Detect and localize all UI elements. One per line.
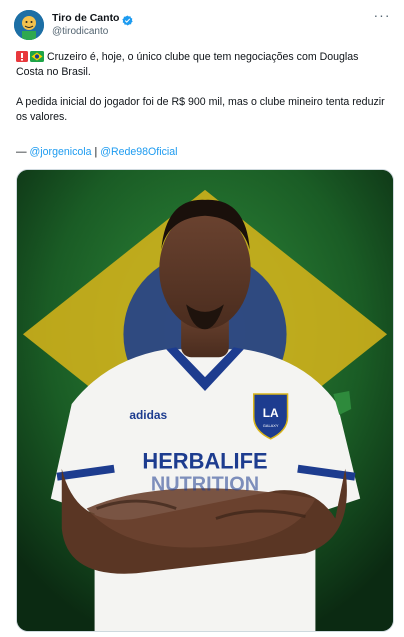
tweet-paragraph-1-text: Cruzeiro é, hoje, o único clube que tem …	[16, 51, 359, 78]
account-names: Tiro de Canto @tirodicanto	[52, 12, 134, 37]
tweet-media-image[interactable]: HERBALIFE NUTRITION adidas LA GALAXY	[16, 169, 394, 632]
head	[159, 209, 251, 330]
crest-subtext: GALAXY	[263, 423, 279, 428]
crest-text: LA	[263, 406, 279, 420]
mention-link-jorgenicola[interactable]: @jorgenicola	[30, 146, 92, 158]
tweet-card[interactable]: Tiro de Canto @tirodicanto ··· Cruzeiro …	[0, 0, 404, 637]
mention-link-rede98oficial[interactable]: @Rede98Oficial	[100, 146, 177, 158]
verified-badge-icon	[122, 13, 134, 25]
handle[interactable]: @tirodicanto	[52, 26, 133, 37]
more-options-icon[interactable]: ···	[372, 8, 392, 24]
credit-prefix: —	[16, 146, 30, 158]
player-photo: HERBALIFE NUTRITION adidas LA GALAXY	[17, 170, 393, 631]
jersey-brand-text: adidas	[129, 408, 167, 422]
credit-separator: |	[91, 146, 101, 158]
display-name[interactable]: Tiro de Canto	[52, 12, 119, 24]
alert-emoji-icon	[16, 51, 28, 62]
brazil-flag-icon	[30, 51, 44, 62]
tweet-credit: — @jorgenicola | @Rede98Oficial	[16, 146, 177, 158]
tweet-paragraph-2: A pedida inicial do jogador foi de R$ 90…	[16, 96, 385, 123]
tweet-paragraph-1: Cruzeiro é, hoje, o único clube que tem …	[16, 50, 388, 80]
jersey-sponsor-text-2: NUTRITION	[151, 474, 259, 496]
tweet-header: Tiro de Canto @tirodicanto ···	[14, 8, 392, 42]
tweet-text: Cruzeiro é, hoje, o único clube que tem …	[16, 50, 388, 140]
jersey-sponsor-text: HERBALIFE	[142, 449, 267, 474]
avatar[interactable]	[14, 10, 44, 40]
